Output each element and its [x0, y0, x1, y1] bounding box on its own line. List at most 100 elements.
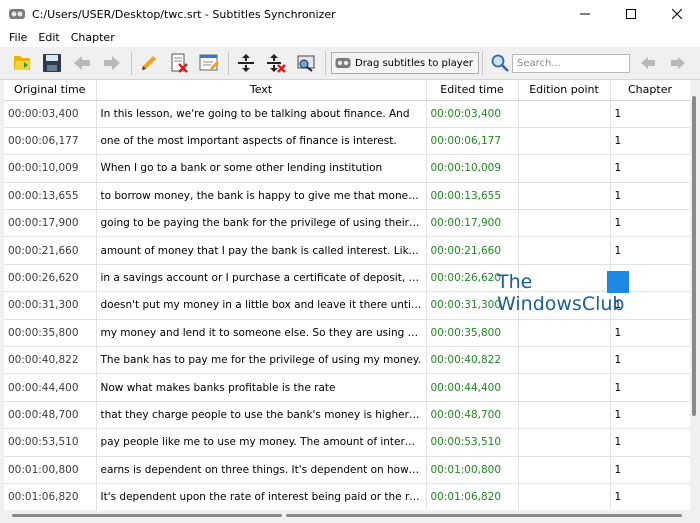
- cell-edition-point[interactable]: [518, 154, 611, 183]
- cell-chapter[interactable]: 1: [610, 456, 690, 484]
- cell-chapter[interactable]: 1: [610, 209, 690, 238]
- cell-original-time[interactable]: 00:00:48,700: [4, 401, 97, 430]
- table-row[interactable]: 00:00:17,900 going to be paying the bank …: [4, 209, 690, 238]
- close-button[interactable]: [654, 0, 700, 28]
- cell-edition-point[interactable]: [518, 182, 611, 211]
- cell-chapter[interactable]: 1: [610, 182, 690, 211]
- cell-original-time[interactable]: 00:00:10,009: [4, 154, 97, 183]
- cell-edition-point[interactable]: [518, 346, 611, 375]
- cell-original-time[interactable]: 00:00:44,400: [4, 373, 97, 402]
- menu-file[interactable]: File: [4, 31, 32, 44]
- table-row[interactable]: 00:00:06,177 one of the most important as…: [4, 127, 690, 156]
- cell-edition-point[interactable]: [518, 483, 611, 510]
- cell-edition-point[interactable]: [518, 291, 611, 320]
- cell-text[interactable]: that they charge people to use the bank'…: [96, 401, 427, 430]
- table-row[interactable]: 00:00:35,800 my money and lend it to some…: [4, 319, 690, 348]
- table-row[interactable]: 00:00:21,660 amount of money that I pay t…: [4, 236, 690, 265]
- cell-original-time[interactable]: 00:00:35,800: [4, 319, 97, 348]
- horizontal-scroll-thumb-right[interactable]: [286, 514, 682, 517]
- column-edition-point[interactable]: Edition point: [518, 80, 611, 101]
- maximize-button[interactable]: [608, 0, 654, 28]
- drag-subtitles-button[interactable]: Drag subtitles to player: [331, 52, 479, 74]
- table-row[interactable]: 00:00:40,822 The bank has to pay me for t…: [4, 346, 690, 375]
- undo-button[interactable]: [68, 49, 96, 77]
- cell-chapter[interactable]: 1: [610, 428, 690, 457]
- cell-edited-time[interactable]: 00:00:40,822: [426, 346, 519, 375]
- cell-original-time[interactable]: 00:01:00,800: [4, 456, 97, 484]
- cell-edited-time[interactable]: 00:01:00,800: [426, 456, 519, 484]
- cell-original-time[interactable]: 00:00:13,655: [4, 182, 97, 211]
- previous-result-button[interactable]: [634, 49, 662, 77]
- table-row[interactable]: 00:00:26,620 in a savings account or I pu…: [4, 264, 690, 293]
- cell-chapter[interactable]: 1: [610, 154, 690, 183]
- cell-text[interactable]: to borrow money, the bank is happy to gi…: [96, 182, 427, 211]
- cell-edition-point[interactable]: [518, 209, 611, 238]
- cell-edited-time[interactable]: 00:00:03,400: [426, 100, 519, 128]
- cell-edited-time[interactable]: 00:01:06,820: [426, 483, 519, 510]
- cell-chapter[interactable]: 1: [610, 127, 690, 156]
- cell-text[interactable]: one of the most important aspects of fin…: [96, 127, 427, 156]
- cell-text[interactable]: When I go to a bank or some other lendin…: [96, 154, 427, 183]
- cell-text[interactable]: in a savings account or I purchase a cer…: [96, 264, 427, 293]
- table-row[interactable]: 00:01:06,820 It's dependent upon the rate…: [4, 483, 690, 510]
- table-row[interactable]: 00:01:00,800 earns is dependent on three …: [4, 456, 690, 484]
- save-button[interactable]: [38, 49, 66, 77]
- column-edited-time[interactable]: Edited time: [426, 80, 519, 101]
- cell-chapter[interactable]: 1: [610, 483, 690, 510]
- horizontal-scrollbar[interactable]: [4, 510, 690, 520]
- cell-chapter[interactable]: 1: [610, 346, 690, 375]
- split-button[interactable]: [232, 49, 260, 77]
- table-row[interactable]: 00:00:10,009 When I go to a bank or some …: [4, 154, 690, 183]
- cell-original-time[interactable]: 00:00:17,900: [4, 209, 97, 238]
- cell-edited-time[interactable]: 00:00:44,400: [426, 373, 519, 402]
- cell-edition-point[interactable]: [518, 127, 611, 156]
- cell-chapter[interactable]: 1: [610, 100, 690, 128]
- cell-edited-time[interactable]: 00:00:17,900: [426, 209, 519, 238]
- minimize-button[interactable]: [562, 0, 608, 28]
- vertical-scrollbar[interactable]: [690, 80, 698, 510]
- redo-button[interactable]: [98, 49, 126, 77]
- cell-edition-point[interactable]: [518, 264, 611, 293]
- cell-text[interactable]: earns is dependent on three things. It's…: [96, 456, 427, 484]
- cell-edited-time[interactable]: 00:00:21,660: [426, 236, 519, 265]
- edit-button[interactable]: [135, 49, 163, 77]
- menu-chapter[interactable]: Chapter: [66, 31, 120, 44]
- cell-edition-point[interactable]: [518, 428, 611, 457]
- cell-edited-time[interactable]: 00:00:06,177: [426, 127, 519, 156]
- properties-button[interactable]: [195, 49, 223, 77]
- cell-text[interactable]: going to be paying the bank for the priv…: [96, 209, 427, 238]
- cell-text[interactable]: amount of money that I pay the bank is c…: [96, 236, 427, 265]
- cell-chapter[interactable]: 1: [610, 401, 690, 430]
- column-original-time[interactable]: Original time: [4, 80, 97, 101]
- open-file-button[interactable]: [8, 49, 36, 77]
- cell-original-time[interactable]: 00:00:31,300: [4, 291, 97, 320]
- cell-edited-time[interactable]: 00:00:26,620: [426, 264, 519, 293]
- cell-edited-time[interactable]: 00:00:31,300: [426, 291, 519, 320]
- cell-text[interactable]: It's dependent upon the rate of interest…: [96, 483, 427, 510]
- cell-original-time[interactable]: 00:00:40,822: [4, 346, 97, 375]
- table-row[interactable]: 00:00:31,300 doesn't put my money in a li…: [4, 291, 690, 320]
- cell-edited-time[interactable]: 00:00:53,510: [426, 428, 519, 457]
- vertical-scroll-thumb[interactable]: [692, 96, 696, 416]
- remove-split-button[interactable]: [262, 49, 290, 77]
- cell-edition-point[interactable]: [518, 373, 611, 402]
- cell-original-time[interactable]: 00:00:06,177: [4, 127, 97, 156]
- column-chapter[interactable]: Chapter: [610, 80, 690, 101]
- cell-edited-time[interactable]: 00:00:10,009: [426, 154, 519, 183]
- table-row[interactable]: 00:00:03,400 In this lesson, we're going …: [4, 100, 690, 128]
- cell-chapter[interactable]: 1: [610, 264, 690, 293]
- cell-chapter[interactable]: 1: [610, 319, 690, 348]
- table-row[interactable]: 00:00:53,510 pay people like me to use my…: [4, 428, 690, 457]
- cell-original-time[interactable]: 00:00:26,620: [4, 264, 97, 293]
- cell-text[interactable]: doesn't put my money in a little box and…: [96, 291, 427, 320]
- cell-edition-point[interactable]: [518, 456, 611, 484]
- table-row[interactable]: 00:00:44,400 Now what makes banks profita…: [4, 373, 690, 402]
- table-row[interactable]: 00:00:13,655 to borrow money, the bank is…: [4, 182, 690, 211]
- cell-edition-point[interactable]: [518, 100, 611, 128]
- cell-original-time[interactable]: 00:00:53,510: [4, 428, 97, 457]
- delete-button[interactable]: [165, 49, 193, 77]
- column-text[interactable]: Text: [96, 80, 427, 101]
- search-input[interactable]: [511, 53, 630, 73]
- cell-text[interactable]: pay people like me to use my money. The …: [96, 428, 427, 457]
- cell-text[interactable]: In this lesson, we're going to be talkin…: [96, 100, 427, 128]
